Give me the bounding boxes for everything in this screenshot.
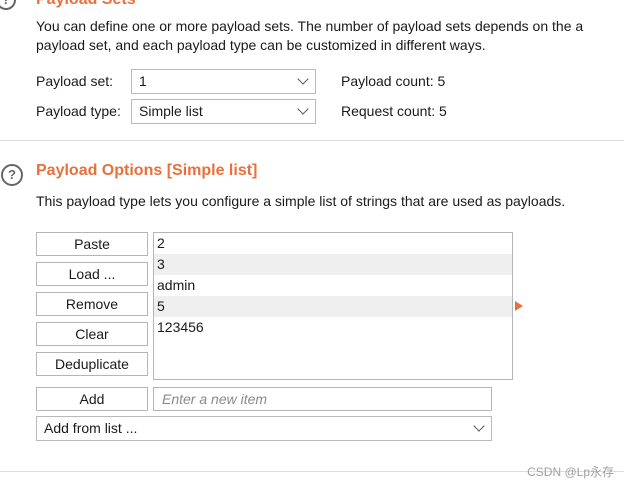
add-button[interactable]: Add — [36, 387, 148, 411]
position-marker-icon — [515, 301, 523, 311]
payload-type-label: Payload type: — [36, 103, 121, 119]
list-item[interactable]: 5 — [154, 296, 512, 317]
payload-sets-title: Payload Sets — [36, 0, 136, 9]
payload-options-title: Payload Options [Simple list] — [36, 162, 258, 179]
deduplicate-button[interactable]: Deduplicate — [36, 352, 148, 376]
payload-sets-description-1: You can define one or more payload sets.… — [36, 18, 584, 34]
clear-button[interactable]: Clear — [36, 322, 148, 346]
payload-list[interactable]: 2 3 admin 5 123456 — [153, 232, 513, 380]
load-button[interactable]: Load ... — [36, 262, 148, 286]
list-item[interactable]: 123456 — [154, 317, 512, 338]
payload-sets-description-2: payload set, and each payload type can b… — [36, 37, 486, 53]
help-icon[interactable]: ? — [0, 0, 16, 10]
payload-set-value: 1 — [139, 73, 147, 89]
payload-options-description: This payload type lets you configure a s… — [36, 193, 566, 209]
payload-type-select[interactable]: Simple list — [131, 99, 316, 124]
section-divider — [0, 140, 624, 141]
payload-set-select[interactable]: 1 — [131, 69, 316, 94]
request-count-label: Request count: 5 — [341, 103, 447, 119]
list-item[interactable]: 2 — [154, 233, 512, 254]
payload-type-value: Simple list — [139, 103, 203, 119]
chevron-down-icon — [297, 103, 309, 115]
list-item[interactable]: admin — [154, 275, 512, 296]
add-from-list-select[interactable]: Add from list ... — [36, 416, 492, 441]
help-icon[interactable]: ? — [1, 164, 23, 186]
add-from-list-value: Add from list ... — [44, 420, 138, 436]
chevron-down-icon — [473, 420, 485, 432]
list-item[interactable]: 3 — [154, 254, 512, 275]
chevron-down-icon — [297, 73, 309, 85]
payload-sets-section: ? Payload Sets You can define one or mor… — [0, 0, 624, 140]
payload-count-label: Payload count: 5 — [341, 73, 446, 89]
watermark: CSDN @Lp永存 — [527, 465, 614, 479]
remove-button[interactable]: Remove — [36, 292, 148, 316]
new-item-input[interactable]: Enter a new item — [153, 387, 492, 411]
paste-button[interactable]: Paste — [36, 232, 148, 256]
payload-set-label: Payload set: — [36, 73, 114, 89]
